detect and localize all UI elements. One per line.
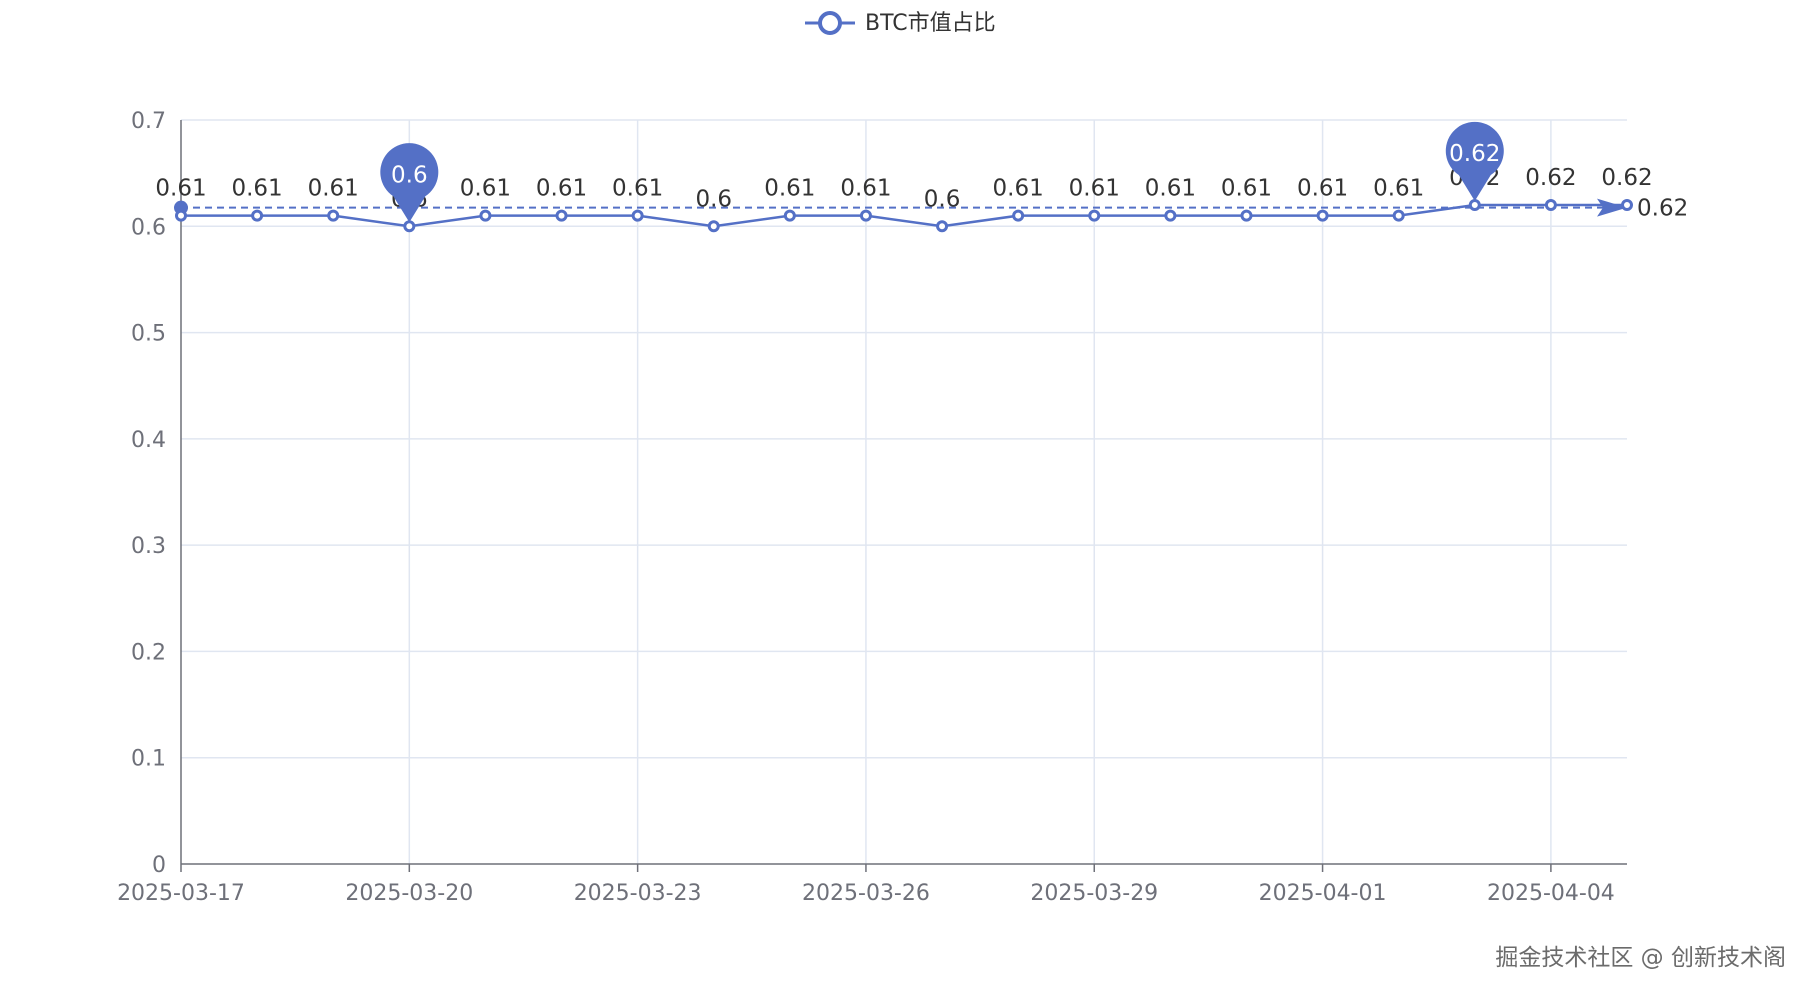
data-label: 0.6 — [924, 186, 961, 212]
y-tick-label: 0.2 — [131, 640, 166, 665]
data-label: 0.62 — [1601, 165, 1652, 191]
data-point — [1621, 199, 1633, 212]
data-point — [175, 209, 187, 222]
x-tick-label: 2025-03-17 — [117, 881, 245, 906]
data-label: 0.61 — [1373, 176, 1424, 202]
x-tick-label: 2025-03-20 — [345, 881, 473, 906]
data-point — [1088, 209, 1101, 222]
data-label: 0.61 — [231, 176, 282, 202]
data-point — [555, 209, 568, 222]
y-tick-label: 0.7 — [131, 109, 166, 134]
x-tick-label: 2025-03-26 — [802, 881, 930, 906]
data-point — [327, 209, 340, 222]
data-label: 0.61 — [612, 176, 663, 202]
data-label: 0.61 — [764, 176, 815, 202]
pin-label: 0.6 — [391, 162, 428, 188]
x-tick-label: 2025-04-04 — [1487, 881, 1615, 906]
data-point — [1164, 209, 1177, 222]
data-point — [1240, 209, 1253, 222]
data-point — [1316, 209, 1329, 222]
legend-label: BTC市值占比 — [865, 11, 996, 36]
data-label: 0.61 — [155, 176, 206, 202]
data-point — [859, 209, 872, 222]
legend-circle-icon — [818, 11, 842, 35]
data-label: 0.62 — [1525, 165, 1576, 191]
data-point — [1544, 199, 1557, 212]
watermark: 掘金技术社区 @ 创新技术阁 — [1495, 945, 1786, 971]
axes: 0 0.1 0.2 0.3 0.4 0.5 0.6 0.7 2025-03-17 2025-03-… — [117, 109, 1627, 906]
y-tick-label: 0.6 — [131, 215, 166, 240]
y-tick-label: 0 — [152, 853, 166, 878]
data-label: 0.61 — [1221, 176, 1272, 202]
grid-lines — [181, 119, 1627, 864]
data-labels: 0.61 0.61 0.61 0.6 0.61 0.61 0.61 0.6 0.61 0.61 0.… — [155, 165, 1652, 212]
y-tick-label: 0.1 — [131, 747, 166, 772]
data-point — [1392, 209, 1405, 222]
min-mark-point: 0.6 — [380, 143, 439, 223]
pin-label: 0.62 — [1449, 141, 1500, 167]
data-label: 0.61 — [536, 176, 587, 202]
data-point — [783, 209, 796, 222]
data-label: 0.61 — [308, 176, 359, 202]
data-point — [936, 220, 949, 233]
data-point — [403, 220, 416, 233]
x-tick-label: 2025-04-01 — [1259, 881, 1387, 906]
data-label: 0.6 — [695, 186, 732, 212]
data-label: 0.61 — [1297, 176, 1348, 202]
y-tick-label: 0.5 — [131, 322, 166, 347]
data-point — [251, 209, 264, 222]
data-label: 0.61 — [1069, 176, 1120, 202]
y-tick-label: 0.4 — [131, 428, 166, 453]
data-label: 0.61 — [460, 176, 511, 202]
data-label: 0.61 — [993, 176, 1044, 202]
legend[interactable]: BTC市值占比 — [805, 11, 996, 36]
data-point — [1468, 199, 1481, 212]
mark-line-label: 0.62 — [1637, 196, 1688, 222]
data-point — [707, 220, 720, 233]
y-tick-label: 0.3 — [131, 534, 166, 559]
data-point — [479, 209, 492, 222]
data-label: 0.61 — [840, 176, 891, 202]
data-label: 0.61 — [1145, 176, 1196, 202]
x-tick-label: 2025-03-29 — [1030, 881, 1158, 906]
x-tick-label: 2025-03-23 — [574, 881, 702, 906]
chart: 0 0.1 0.2 0.3 0.4 0.5 0.6 0.7 2025-03-17 2025-03-… — [117, 11, 1688, 906]
data-point — [1012, 209, 1025, 222]
data-point — [631, 209, 644, 222]
